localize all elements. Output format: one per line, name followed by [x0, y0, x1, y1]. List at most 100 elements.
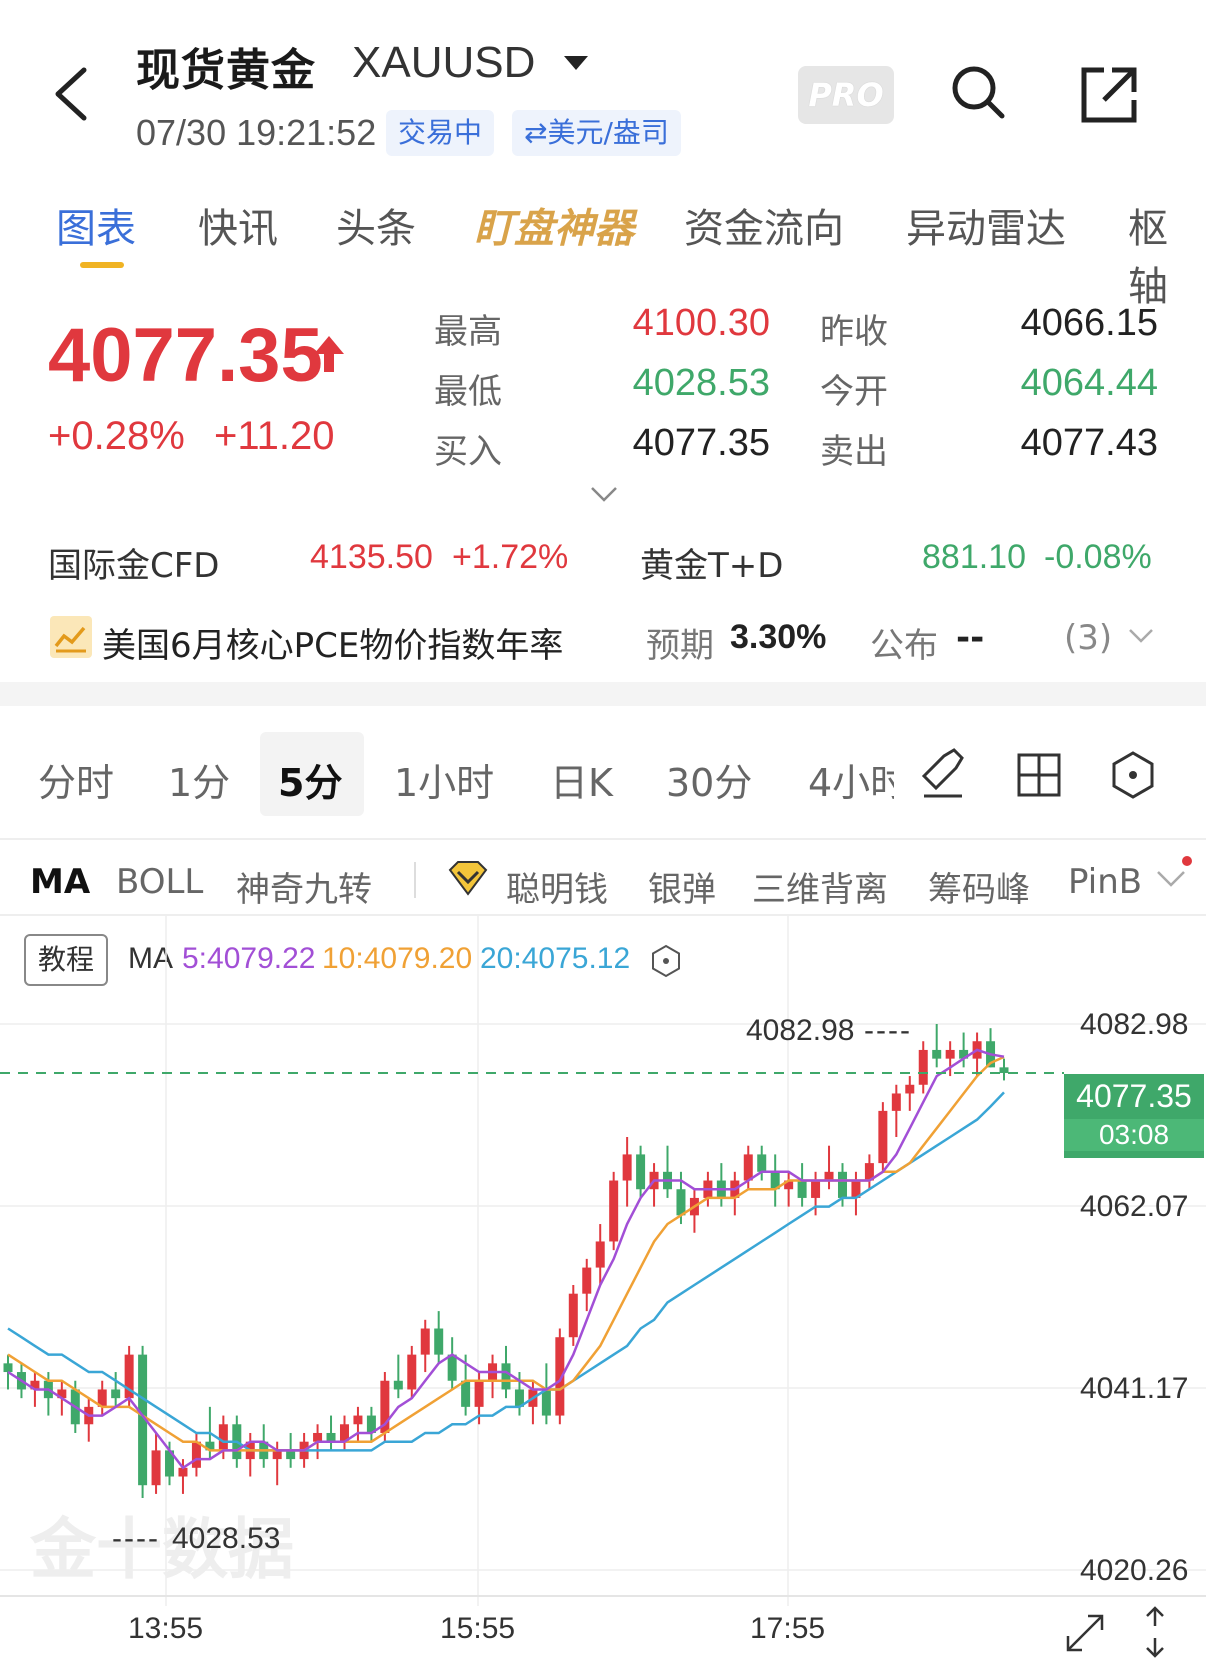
tab-monitor-tool[interactable]: 盯盘神器 — [474, 196, 634, 254]
prev-close-value: 4066.15 — [1020, 302, 1158, 344]
economic-indicator-icon — [50, 616, 92, 658]
back-arrow-icon[interactable] — [52, 66, 92, 122]
published-value: -- — [956, 618, 985, 658]
change-absolute: +11.20 — [214, 414, 335, 458]
candle-body — [434, 1328, 444, 1355]
price-up-arrow-icon — [314, 336, 344, 372]
y-tick-label: 4020.26 — [1080, 1554, 1189, 1587]
active-tab-indicator — [80, 262, 124, 268]
high-marker-dash: ---- — [864, 1014, 912, 1047]
indicator-smart-money[interactable]: 聪明钱 — [506, 862, 608, 911]
candle-body — [151, 1450, 161, 1486]
candle-body — [622, 1154, 632, 1181]
candle-body — [609, 1180, 619, 1242]
vertical-scale-icon[interactable] — [1140, 1604, 1170, 1660]
current-price-tag: 4077.35 03:08 — [1064, 1074, 1204, 1158]
td-price: 881.10 — [922, 538, 1026, 576]
cfd-label[interactable]: 国际金CFD — [48, 538, 219, 587]
tab-fund-flow[interactable]: 资金流向 — [684, 196, 844, 254]
tab-pivot[interactable]: 枢轴 — [1128, 196, 1206, 312]
prev-close-label: 昨收 — [820, 312, 888, 352]
fullscreen-icon[interactable] — [1062, 1610, 1108, 1656]
candle-body — [407, 1354, 417, 1390]
share-icon[interactable] — [1080, 66, 1138, 124]
td-change: -0.08% — [1044, 538, 1152, 576]
pro-button[interactable]: PRO — [798, 66, 894, 124]
period-tab-5min[interactable]: 5分 — [278, 752, 342, 807]
candle-body — [420, 1328, 430, 1355]
candle-body — [837, 1171, 847, 1198]
period-tab-4hour[interactable]: 4小时 — [808, 752, 894, 802]
instrument-symbol[interactable]: XAUUSD — [352, 38, 535, 88]
candle-body — [743, 1154, 753, 1181]
settings-hexagon-icon[interactable] — [1110, 750, 1156, 800]
event-count[interactable]: (3) — [1064, 618, 1112, 658]
ma5-line — [7, 1048, 1005, 1470]
x-tick-label: 13:55 — [128, 1612, 204, 1645]
low-label: 最低 — [434, 372, 502, 412]
layout-grid-icon[interactable] — [1016, 752, 1062, 798]
candle-body — [501, 1363, 511, 1390]
expand-chevron-icon[interactable] — [590, 486, 618, 502]
ask-label: 卖出 — [820, 432, 888, 472]
x-tick-label: 15:55 — [440, 1612, 516, 1645]
indicator-boll[interactable]: BOLL — [116, 862, 203, 902]
smart-money-diamond-icon — [448, 861, 488, 896]
indicator-ma[interactable]: MA — [30, 862, 90, 902]
candle-body — [541, 1389, 551, 1416]
cfd-change: +1.72% — [452, 538, 569, 576]
indicator-pinbar-clip[interactable]: PinB — [1068, 862, 1144, 906]
period-tab-1min[interactable]: 1分 — [168, 752, 230, 807]
candle-body — [582, 1267, 592, 1294]
candle-body — [945, 1049, 955, 1059]
x-tick-label: 17:55 — [750, 1612, 826, 1645]
candle-body — [595, 1241, 605, 1268]
candle-body — [218, 1424, 228, 1451]
high-marker-label: 4082.98 — [746, 1014, 855, 1047]
open-label: 今开 — [820, 372, 888, 412]
candle-body — [636, 1154, 646, 1190]
expected-label: 预期 — [646, 626, 714, 666]
chevron-down-icon[interactable] — [1128, 628, 1154, 644]
period-tab-4hour-clip[interactable]: 4小时 — [808, 752, 894, 802]
candle-body — [474, 1380, 484, 1407]
td-label[interactable]: 黄金T+D — [640, 538, 783, 587]
period-tab-timeshare[interactable]: 分时 — [38, 752, 114, 807]
indicator-3d-divergence[interactable]: 三维背离 — [752, 862, 888, 911]
notification-dot — [1182, 856, 1192, 866]
period-tab-daily[interactable]: 日K — [550, 752, 613, 807]
candle-body — [461, 1380, 471, 1407]
section-divider — [0, 682, 1206, 706]
candle-body — [272, 1450, 282, 1460]
candle-body — [393, 1380, 403, 1390]
period-tab-1hour[interactable]: 1小时 — [394, 752, 494, 807]
current-price: 4077.35 — [48, 313, 323, 398]
indicator-td9[interactable]: 神奇九转 — [236, 862, 372, 911]
indicator-silver-bullet[interactable]: 银弹 — [648, 862, 716, 911]
caret-down-icon[interactable] — [564, 56, 588, 70]
candle-countdown: 03:08 — [1064, 1119, 1204, 1151]
candle-body — [757, 1154, 767, 1172]
tab-headlines[interactable]: 头条 — [336, 196, 416, 254]
quote-datetime: 07/30 19:21:52 — [136, 112, 377, 153]
search-icon[interactable] — [950, 64, 1006, 122]
bid-value: 4077.35 — [632, 422, 770, 464]
drawing-tool-icon[interactable] — [918, 746, 968, 800]
change-percent: +0.28% — [48, 414, 185, 458]
tab-anomaly-radar[interactable]: 异动雷达 — [906, 196, 1066, 254]
unit-switch-badge[interactable]: ⇄美元/盎司 — [512, 110, 681, 156]
tab-chart[interactable]: 图表 — [56, 196, 136, 254]
candle-body — [191, 1441, 201, 1468]
candle-body — [353, 1415, 363, 1425]
event-title[interactable]: 美国6月核心PCE物价指数年率 — [102, 618, 563, 667]
candle-body — [932, 1049, 942, 1059]
candle-body — [676, 1189, 686, 1216]
candle-body — [918, 1049, 928, 1085]
indicator-pinbar[interactable]: PinB — [1068, 862, 1142, 902]
period-tab-30min[interactable]: 30分 — [666, 752, 752, 807]
chevron-down-icon[interactable] — [1156, 870, 1186, 888]
y-tick-label: 4041.17 — [1080, 1372, 1189, 1405]
candle-body — [568, 1293, 578, 1338]
tab-news-flash[interactable]: 快讯 — [198, 196, 278, 254]
indicator-chip-peak[interactable]: 筹码峰 — [928, 862, 1030, 911]
